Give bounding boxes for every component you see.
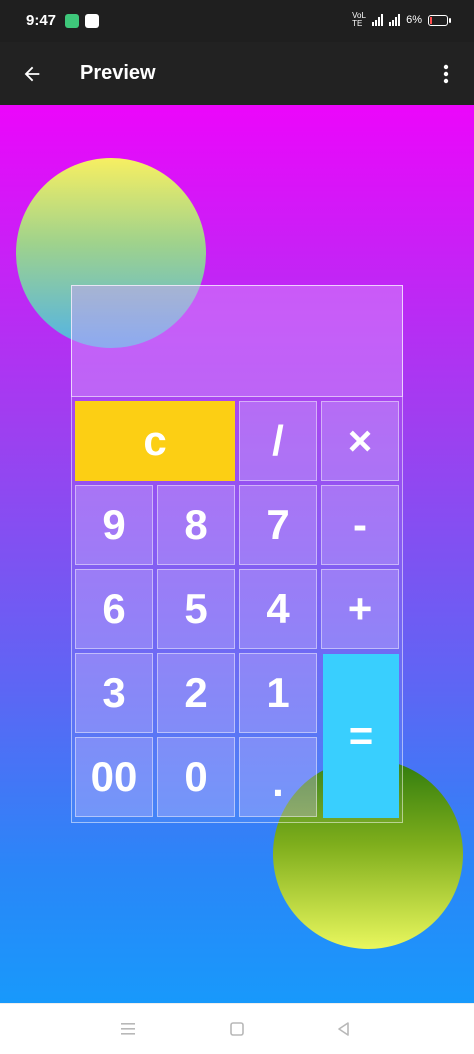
battery-icon — [428, 14, 451, 26]
decimal-button[interactable]: . — [239, 737, 317, 817]
status-indicators: VoLTE 6% — [352, 11, 451, 28]
clear-button[interactable]: c — [75, 401, 235, 481]
digit-6-button[interactable]: 6 — [75, 569, 153, 649]
digit-3-button[interactable]: 3 — [75, 653, 153, 733]
digit-8-button[interactable]: 8 — [157, 485, 235, 565]
calculator-display — [71, 285, 403, 397]
equals-button[interactable]: = — [323, 654, 399, 818]
arrow-left-icon — [24, 66, 40, 82]
status-time: 9:47 — [26, 12, 57, 29]
multiply-button[interactable]: × — [321, 401, 399, 481]
signal-icon-2 — [389, 14, 401, 26]
recent-apps-button[interactable] — [116, 1017, 140, 1041]
preview-canvas: c / × 9 8 7 - 6 5 4 + 3 2 1 = 00 0 . — [0, 105, 474, 1003]
system-nav-bar — [0, 1003, 474, 1054]
notification-app-icon — [65, 14, 79, 28]
menu-icon — [121, 1023, 135, 1035]
home-button[interactable] — [225, 1017, 249, 1041]
back-triangle-icon — [338, 1022, 349, 1036]
digit-7-button[interactable]: 7 — [239, 485, 317, 565]
app-toolbar: Preview — [0, 42, 474, 105]
volte-label: VoLTE — [352, 11, 366, 28]
divide-button[interactable]: / — [239, 401, 317, 481]
back-button[interactable] — [12, 54, 52, 94]
notification-message-icon — [85, 14, 99, 28]
digit-0-button[interactable]: 0 — [157, 737, 235, 817]
more-options-button[interactable] — [426, 54, 466, 94]
status-bar: 9:47 VoLTE 6% — [0, 0, 474, 42]
digit-4-button[interactable]: 4 — [239, 569, 317, 649]
plus-button[interactable]: + — [321, 569, 399, 649]
battery-percent: 6% — [406, 14, 422, 26]
minus-button[interactable]: - — [321, 485, 399, 565]
system-back-button[interactable] — [332, 1017, 356, 1041]
double-zero-button[interactable]: 00 — [75, 737, 153, 817]
home-square-icon — [230, 1022, 244, 1036]
digit-1-button[interactable]: 1 — [239, 653, 317, 733]
digit-5-button[interactable]: 5 — [157, 569, 235, 649]
more-vertical-icon — [443, 64, 449, 84]
digit-2-button[interactable]: 2 — [157, 653, 235, 733]
signal-icon — [372, 14, 384, 26]
page-title: Preview — [80, 62, 156, 84]
digit-9-button[interactable]: 9 — [75, 485, 153, 565]
